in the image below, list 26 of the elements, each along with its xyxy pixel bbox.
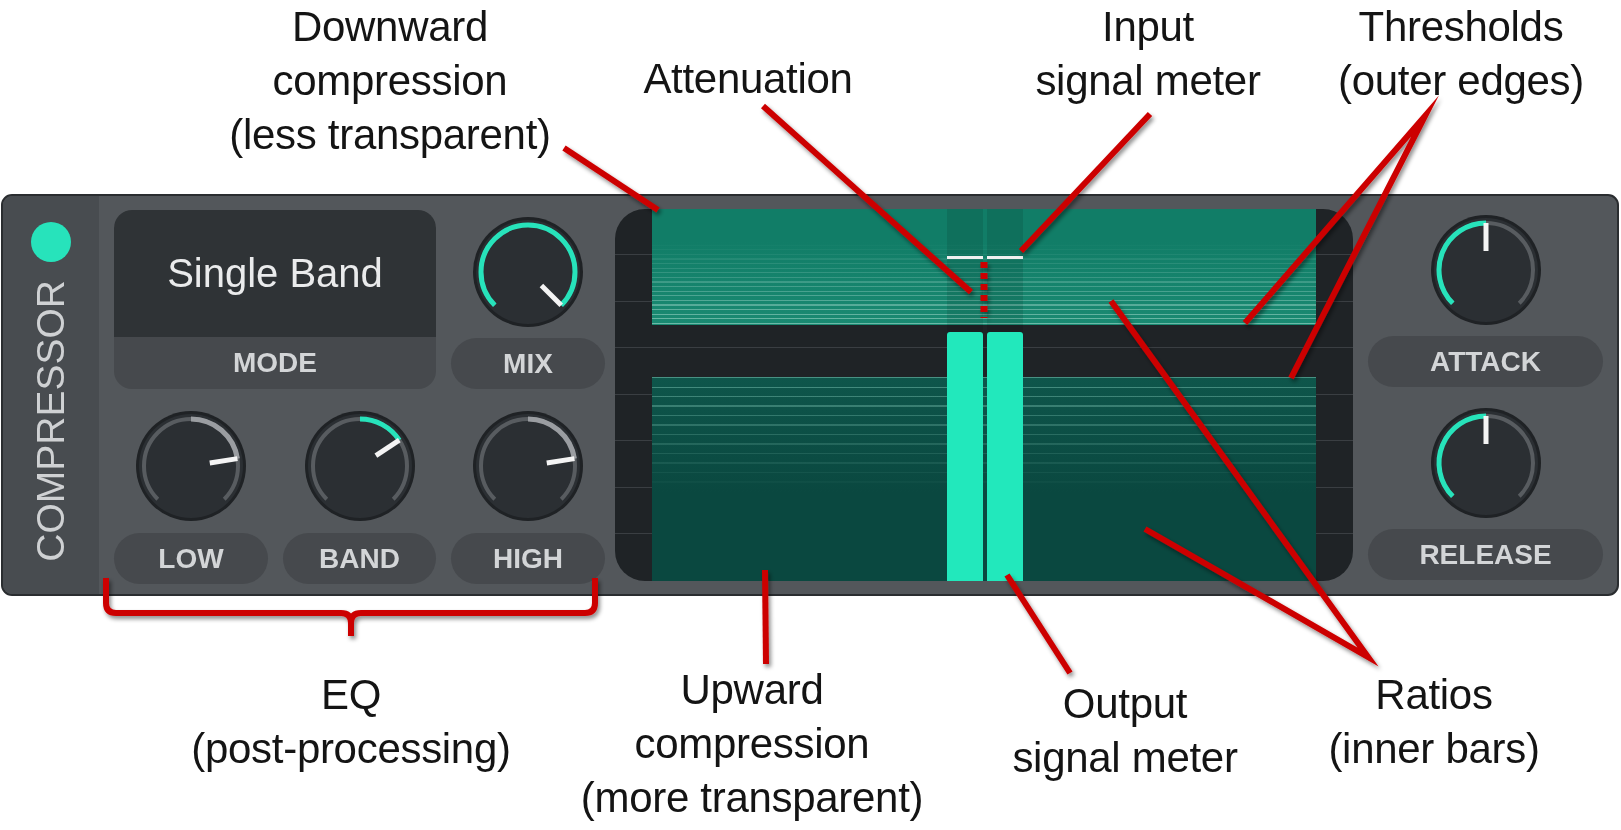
annotation-label: Downward compression (less transparent) — [229, 2, 551, 160]
knob-label: ATTACK — [1368, 336, 1603, 387]
knob-label: LOW — [114, 533, 268, 584]
annotation-label: Input signal meter — [1035, 2, 1261, 106]
knob[interactable] — [304, 411, 415, 521]
mode-label: MODE — [232, 346, 318, 380]
attenuation-marker — [980, 262, 988, 318]
annotation-label: Ratios (inner bars) — [1328, 670, 1540, 774]
knob-label: RELEASE — [1368, 529, 1603, 580]
knob-label: BAND — [283, 533, 436, 584]
knob[interactable] — [473, 217, 583, 327]
annotation-label: Attenuation — [643, 54, 853, 104]
knob[interactable] — [1430, 215, 1541, 325]
knob[interactable] — [1430, 408, 1541, 518]
power-indicator-icon[interactable] — [31, 222, 71, 262]
knob[interactable] — [473, 411, 583, 521]
knob-label: HIGH — [451, 533, 605, 584]
knob[interactable] — [136, 411, 246, 521]
annotation-label: Upward compression (more transparent) — [580, 665, 924, 823]
annotation-label: Thresholds (outer edges) — [1338, 2, 1584, 106]
downward-compression-band[interactable] — [652, 209, 1316, 325]
annotation-label: EQ (post-processing) — [191, 670, 511, 774]
knob-label: MIX — [451, 338, 605, 389]
mode-selector[interactable]: Single Band — [114, 210, 436, 337]
section-title: COMPRESSOR — [31, 280, 71, 562]
annotation-label: Output signal meter — [1012, 679, 1238, 783]
